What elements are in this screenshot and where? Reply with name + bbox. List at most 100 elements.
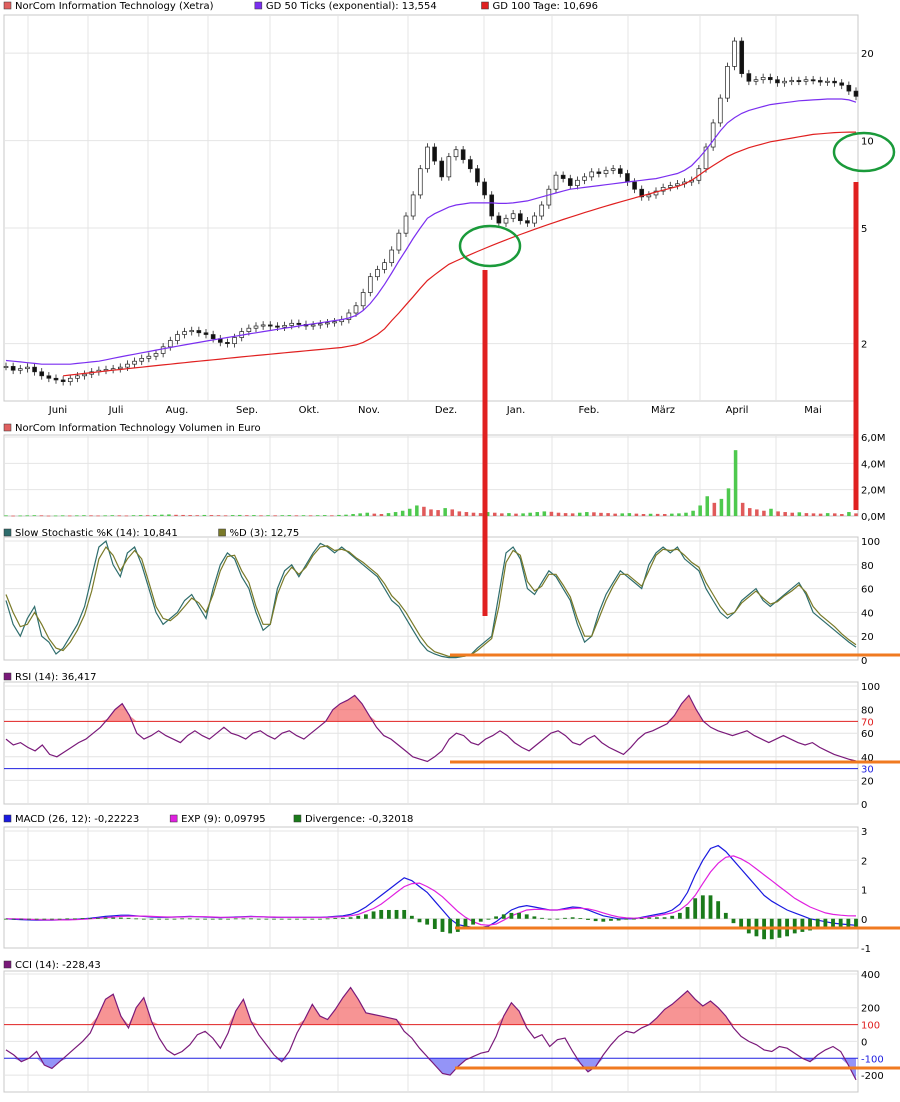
legend-swatch bbox=[481, 1, 489, 10]
bar bbox=[685, 907, 690, 919]
candle bbox=[253, 325, 259, 329]
bar bbox=[19, 918, 24, 920]
bar bbox=[333, 918, 338, 919]
candle bbox=[389, 249, 395, 264]
candle bbox=[496, 215, 502, 224]
candle bbox=[532, 215, 537, 224]
bar bbox=[415, 505, 419, 516]
y-tick-label: 4,0M bbox=[861, 459, 886, 470]
candle bbox=[403, 215, 409, 234]
y-tick-label: 2 bbox=[861, 340, 867, 351]
level-label: 70 bbox=[861, 717, 874, 728]
bar bbox=[731, 918, 736, 924]
bar bbox=[797, 512, 802, 516]
bar bbox=[409, 915, 414, 919]
bar bbox=[394, 909, 399, 919]
candle bbox=[132, 360, 137, 365]
candle bbox=[417, 168, 423, 196]
candle bbox=[160, 346, 166, 354]
bar bbox=[216, 515, 221, 517]
bar bbox=[308, 515, 313, 517]
bar bbox=[337, 514, 341, 516]
level-label: -100 bbox=[861, 1054, 884, 1065]
bar bbox=[223, 515, 228, 517]
panel-macd: 3 2 1 0 -1 MACD (26, 12): -0,22223 EXP (9): 0,… bbox=[3, 814, 871, 955]
bar bbox=[662, 917, 667, 919]
bar bbox=[195, 515, 200, 517]
bar bbox=[804, 513, 809, 516]
bar bbox=[641, 514, 646, 516]
bar bbox=[535, 512, 540, 516]
candle bbox=[67, 377, 73, 382]
bar bbox=[356, 915, 361, 919]
y-tick-label: 0 bbox=[861, 656, 867, 667]
bar bbox=[818, 513, 823, 516]
candle bbox=[225, 342, 230, 344]
legend-label: %D (3): 12,75 bbox=[230, 528, 300, 539]
bar bbox=[218, 918, 223, 920]
bar bbox=[75, 515, 79, 517]
candle bbox=[482, 181, 487, 196]
bar bbox=[723, 912, 728, 919]
candle bbox=[503, 217, 509, 224]
bar bbox=[478, 918, 483, 922]
bar bbox=[647, 917, 652, 919]
bar bbox=[322, 515, 327, 516]
bar bbox=[371, 911, 376, 919]
bar bbox=[393, 512, 398, 516]
candle bbox=[275, 325, 280, 328]
level-label: 100 bbox=[861, 1021, 880, 1032]
candle bbox=[610, 168, 616, 171]
y-tick-label: 40 bbox=[861, 608, 874, 619]
bar bbox=[330, 515, 334, 517]
bar bbox=[792, 918, 797, 934]
candle bbox=[675, 183, 680, 186]
bar bbox=[400, 510, 405, 516]
candle bbox=[3, 366, 9, 368]
candle bbox=[282, 325, 287, 328]
bar bbox=[145, 515, 150, 517]
bar bbox=[131, 515, 136, 517]
bar bbox=[429, 509, 433, 516]
y-tick-label: 80 bbox=[861, 706, 874, 717]
panel-rsi: 1008060402007030RSI (14): 36,417 bbox=[3, 672, 880, 811]
candle bbox=[17, 368, 23, 371]
bar bbox=[838, 918, 843, 928]
bar bbox=[358, 513, 362, 516]
candle bbox=[267, 324, 273, 327]
panel-frame bbox=[3, 826, 859, 949]
bar bbox=[432, 918, 437, 929]
y-tick-label: 6,0M bbox=[861, 433, 886, 444]
bar bbox=[325, 918, 330, 920]
bar bbox=[846, 918, 851, 928]
bar bbox=[570, 513, 575, 516]
bar bbox=[733, 450, 738, 516]
bar bbox=[103, 917, 108, 919]
bar bbox=[501, 914, 506, 919]
bar bbox=[486, 918, 491, 920]
candle bbox=[460, 149, 466, 160]
bar bbox=[639, 918, 644, 919]
bar bbox=[209, 515, 214, 516]
y-tick-label: 2 bbox=[861, 856, 867, 867]
bar bbox=[60, 515, 65, 517]
bar bbox=[4, 918, 8, 920]
candle bbox=[632, 181, 637, 190]
bar bbox=[95, 917, 100, 919]
bar bbox=[80, 918, 85, 919]
candle bbox=[82, 373, 87, 377]
bar bbox=[517, 912, 521, 919]
bar bbox=[315, 515, 320, 517]
bar bbox=[65, 918, 70, 920]
candle bbox=[382, 262, 387, 270]
bar bbox=[89, 515, 93, 517]
bar bbox=[379, 909, 384, 919]
candle bbox=[567, 178, 573, 186]
candle bbox=[832, 80, 837, 84]
bar bbox=[840, 514, 844, 516]
bar bbox=[627, 513, 632, 516]
bar bbox=[25, 515, 30, 517]
bar bbox=[471, 918, 476, 925]
candle bbox=[617, 168, 623, 174]
bar bbox=[492, 512, 497, 516]
